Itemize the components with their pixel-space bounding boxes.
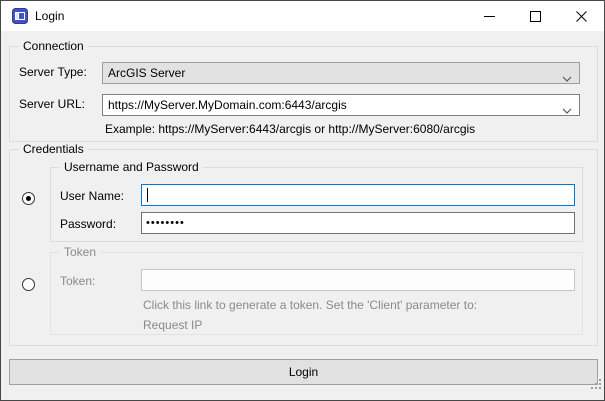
minimize-icon xyxy=(484,11,495,22)
token-hint-text: Click this link to generate a token. Set… xyxy=(143,298,477,312)
username-password-group: Username and Password User Name: Passwor… xyxy=(50,167,583,242)
close-icon xyxy=(576,11,587,22)
login-dialog: Login Connection Server Type: A xyxy=(0,0,605,401)
login-button-label: Login xyxy=(289,365,318,379)
request-ip-link[interactable]: Request IP xyxy=(143,318,202,332)
credentials-group: Credentials Username and Password User N… xyxy=(9,149,598,346)
login-button[interactable]: Login xyxy=(9,359,598,385)
user-name-label: User Name: xyxy=(60,189,124,203)
credentials-group-label: Credentials xyxy=(19,142,88,156)
username-password-group-label: Username and Password xyxy=(60,160,203,174)
username-password-radio[interactable] xyxy=(22,192,35,205)
text-cursor xyxy=(147,188,148,202)
password-value: •••••••• xyxy=(146,217,185,229)
server-type-value: ArcGIS Server xyxy=(108,66,185,80)
server-url-value: https://MyServer.MyDomain.com:6443/arcgi… xyxy=(108,98,347,112)
server-url-example-text: Example: https://MyServer:6443/arcgis or… xyxy=(105,122,475,136)
token-label: Token: xyxy=(60,274,95,288)
titlebar[interactable]: Login xyxy=(1,1,604,31)
token-group: Token Token: Click this link to generate… xyxy=(50,252,583,335)
password-label: Password: xyxy=(60,217,116,231)
close-button[interactable] xyxy=(558,1,604,31)
form-app-icon xyxy=(12,8,28,24)
password-input[interactable]: •••••••• xyxy=(141,212,575,234)
user-name-input[interactable] xyxy=(141,184,575,206)
maximize-button[interactable] xyxy=(512,1,558,31)
token-group-label: Token xyxy=(60,245,100,259)
resize-grip[interactable] xyxy=(591,387,593,389)
chevron-down-icon xyxy=(562,103,572,116)
server-type-dropdown[interactable]: ArcGIS Server xyxy=(102,62,580,84)
server-type-label: Server Type: xyxy=(19,65,87,79)
chevron-down-icon xyxy=(562,71,572,84)
connection-group-label: Connection xyxy=(19,39,88,53)
connection-group: Connection Server Type: ArcGIS Server Se… xyxy=(9,46,598,142)
token-input xyxy=(141,269,575,291)
token-radio[interactable] xyxy=(22,278,35,291)
minimize-button[interactable] xyxy=(466,1,512,31)
maximize-icon xyxy=(530,11,541,22)
server-url-label: Server URL: xyxy=(19,97,85,111)
window-title: Login xyxy=(35,1,64,31)
server-url-combobox[interactable]: https://MyServer.MyDomain.com:6443/arcgi… xyxy=(102,94,580,116)
